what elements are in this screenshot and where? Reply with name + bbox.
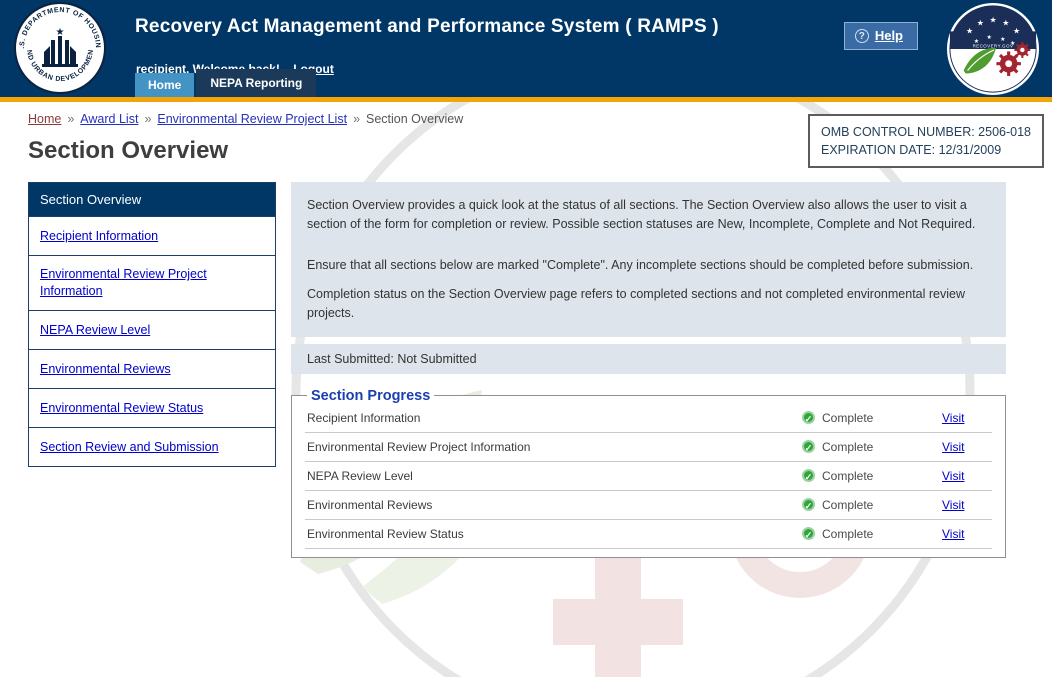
accent-divider-bar [0,97,1052,102]
page-content: Home » Award List » Environmental Review Pro… [0,102,1052,558]
svg-text:★: ★ [1002,19,1009,28]
svg-text:★: ★ [1000,36,1005,43]
complete-check-icon: ✓ [802,440,815,453]
question-mark-icon: ? [855,29,869,43]
breadcrumb-separator: » [144,112,151,126]
status-label: Complete [822,498,873,512]
complete-check-icon: ✓ [802,498,815,511]
hud-department-seal-logo: U.S. DEPARTMENT OF HOUSING AND URBAN DEV… [14,2,106,94]
breadcrumb-separator: » [353,112,360,126]
section-progress-fieldset: Section Progress Recipient Information ✓… [291,388,1006,558]
intro-paragraph-2: Ensure that all sections below are marke… [307,256,990,275]
svg-text:★: ★ [989,16,996,25]
app-title: Recovery Act Management and Performance … [135,16,719,38]
svg-text:★: ★ [986,34,991,41]
sidebar-header: Section Overview [29,183,275,216]
breadcrumb-home-link[interactable]: Home [28,112,61,126]
status-label: Complete [822,411,873,425]
intro-paragraph-3: Completion status on the Section Overvie… [307,285,990,323]
visit-link-nepa-review-level[interactable]: Visit [942,469,990,483]
svg-text:★: ★ [1013,26,1020,35]
progress-row-nepa-review-level: NEPA Review Level ✓Complete Visit [305,462,992,491]
sidebar-item-nepa-review-level[interactable]: NEPA Review Level [29,310,275,349]
status-label: Complete [822,440,873,454]
sidebar-item-environmental-review-status[interactable]: Environmental Review Status [29,388,275,427]
status-label: Complete [822,527,873,541]
sidebar-item-environmental-reviews[interactable]: Environmental Reviews [29,349,275,388]
complete-check-icon: ✓ [802,411,815,424]
progress-row-environmental-reviews: Environmental Reviews ✓Complete Visit [305,491,992,520]
main-nav-tabs: Home NEPA Reporting [135,69,316,97]
progress-row-environmental-review-status: Environmental Review Status ✓Complete Vi… [305,520,992,549]
breadcrumb-env-review-project-list-link[interactable]: Environmental Review Project List [157,112,347,126]
tab-home[interactable]: Home [135,73,194,97]
breadcrumb-current-page: Section Overview [366,112,463,126]
tab-nepa-reporting[interactable]: NEPA Reporting [196,69,316,97]
app-header: U.S. DEPARTMENT OF HOUSING AND URBAN DEV… [0,0,1052,97]
visit-link-recipient-information[interactable]: Visit [942,411,990,425]
main-panel: Section Overview provides a quick look a… [291,182,1006,558]
recovery-gov-logo: ★ ★ ★ ★ ★ ★ ★ ★ ★ RECOVERY.GOV [946,2,1040,96]
visit-link-environmental-review-status[interactable]: Visit [942,527,990,541]
intro-paragraph-1: Section Overview provides a quick look a… [307,196,990,234]
omb-control-box: OMB CONTROL NUMBER: 2506-018 EXPIRATION … [808,114,1044,168]
visit-link-env-review-project-information[interactable]: Visit [942,440,990,454]
breadcrumb-award-list-link[interactable]: Award List [80,112,138,126]
progress-row-recipient-information: Recipient Information ✓Complete Visit [305,404,992,433]
breadcrumb-separator: » [67,112,74,126]
section-progress-legend: Section Progress [307,388,434,404]
omb-expiration-date: EXPIRATION DATE: 12/31/2009 [821,141,1031,159]
sidebar-item-section-review-and-submission[interactable]: Section Review and Submission [29,427,275,466]
sidebar-item-env-review-project-information[interactable]: Environmental Review Project Information [29,255,275,310]
status-label: Complete [822,469,873,483]
omb-control-number: OMB CONTROL NUMBER: 2506-018 [821,123,1031,141]
help-button-label: Help [875,28,903,43]
last-submitted-status: Last Submitted: Not Submitted [291,344,1006,374]
progress-row-env-review-project-information: Environmental Review Project Information… [305,433,992,462]
svg-text:★: ★ [966,26,973,35]
help-button[interactable]: ? Help [844,22,918,50]
svg-text:★: ★ [977,19,984,28]
complete-check-icon: ✓ [802,527,815,540]
section-sidebar: Section Overview Recipient Information E… [28,182,276,467]
complete-check-icon: ✓ [802,469,815,482]
sidebar-item-recipient-information[interactable]: Recipient Information [29,216,275,255]
section-overview-description: Section Overview provides a quick look a… [291,182,1006,337]
visit-link-environmental-reviews[interactable]: Visit [942,498,990,512]
svg-text:RECOVERY.GOV: RECOVERY.GOV [973,44,1014,49]
